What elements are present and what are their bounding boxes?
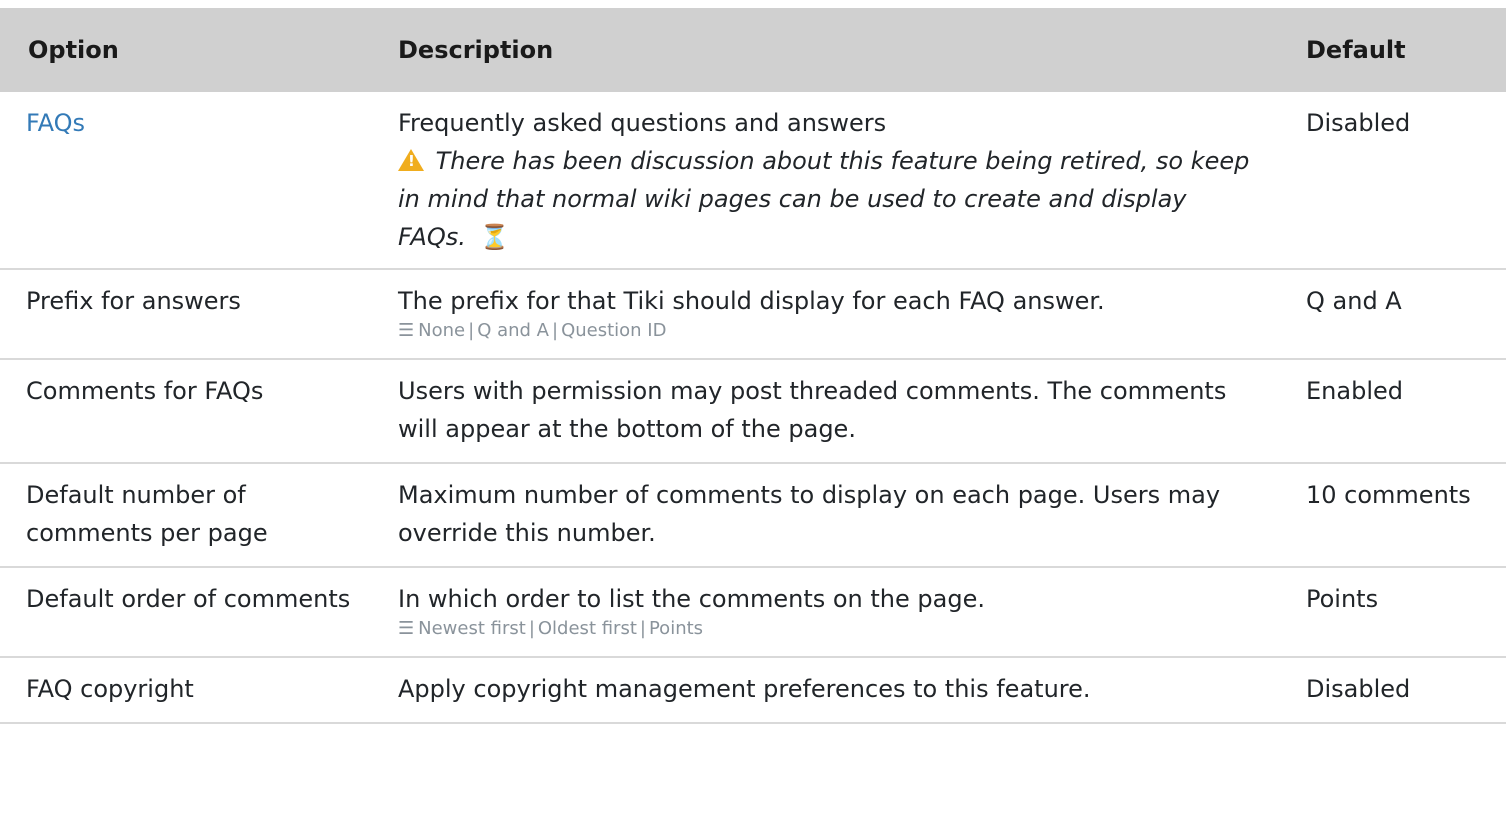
choice-item: Points bbox=[648, 618, 704, 639]
choices-list: ☰ None | Q and A | Question ID bbox=[398, 318, 1254, 344]
choice-item: Oldest first bbox=[537, 618, 637, 639]
choices-list: ☰ Newest first | Oldest first | Points bbox=[398, 616, 1254, 642]
header-row: Option Description Default bbox=[0, 8, 1506, 92]
description-text: The prefix for that Tiki should display … bbox=[398, 287, 1105, 315]
default-cell: Enabled bbox=[1282, 359, 1506, 464]
description-cell: The prefix for that Tiki should display … bbox=[372, 269, 1282, 360]
table-row: FAQs Frequently asked questions and answ… bbox=[0, 92, 1506, 270]
option-cell: FAQ copyright bbox=[0, 657, 372, 724]
table-row: FAQ copyright Apply copyright management… bbox=[0, 657, 1506, 724]
default-cell: Points bbox=[1282, 567, 1506, 658]
header-option: Option bbox=[28, 36, 119, 64]
option-link-faqs[interactable]: FAQs bbox=[26, 109, 85, 137]
default-cell: Disabled bbox=[1282, 657, 1506, 724]
header-description: Description bbox=[398, 36, 554, 64]
table-row: Prefix for answers The prefix for that T… bbox=[0, 269, 1506, 360]
default-cell: Disabled bbox=[1282, 92, 1506, 270]
list-icon: ☰ bbox=[398, 320, 415, 341]
option-cell: Prefix for answers bbox=[0, 269, 372, 360]
table-header: Option Description Default bbox=[0, 8, 1506, 92]
description-text: In which order to list the comments on t… bbox=[398, 585, 985, 613]
table-body: FAQs Frequently asked questions and answ… bbox=[0, 92, 1506, 724]
default-cell: 10 comments bbox=[1282, 463, 1506, 568]
description-cell: In which order to list the comments on t… bbox=[372, 567, 1282, 658]
description-cell: Apply copyright management preferences t… bbox=[372, 657, 1282, 724]
option-cell: Default order of comments bbox=[0, 567, 372, 658]
table-row: Default order of comments In which order… bbox=[0, 567, 1506, 658]
flask-icon: ⏳ bbox=[479, 223, 510, 251]
header-default: Default bbox=[1306, 36, 1406, 64]
preferences-table-container: Option Description Default FAQs Frequent… bbox=[0, 0, 1506, 724]
choice-item: Q and A bbox=[477, 320, 549, 341]
option-cell: Default number of comments per page bbox=[0, 463, 372, 568]
option-cell: Comments for FAQs bbox=[0, 359, 372, 464]
choice-item: Newest first bbox=[418, 618, 526, 639]
choice-item: None bbox=[418, 320, 466, 341]
description-text: Frequently asked questions and answers bbox=[398, 109, 887, 137]
choice-item: Question ID bbox=[561, 320, 667, 341]
list-icon: ☰ bbox=[398, 618, 415, 639]
description-cell: Frequently asked questions and answers T… bbox=[372, 92, 1282, 270]
description-cell: Maximum number of comments to display on… bbox=[372, 463, 1282, 568]
table-row: Comments for FAQs Users with permission … bbox=[0, 359, 1506, 464]
table-row: Default number of comments per page Maxi… bbox=[0, 463, 1506, 568]
retirement-note-text: There has been discussion about this fea… bbox=[398, 147, 1250, 251]
warning-icon bbox=[398, 149, 424, 171]
retirement-note: There has been discussion about this fea… bbox=[398, 142, 1254, 256]
default-cell: Q and A bbox=[1282, 269, 1506, 360]
description-cell: Users with permission may post threaded … bbox=[372, 359, 1282, 464]
option-cell: FAQs bbox=[0, 92, 372, 270]
preferences-table: Option Description Default FAQs Frequent… bbox=[0, 8, 1506, 724]
